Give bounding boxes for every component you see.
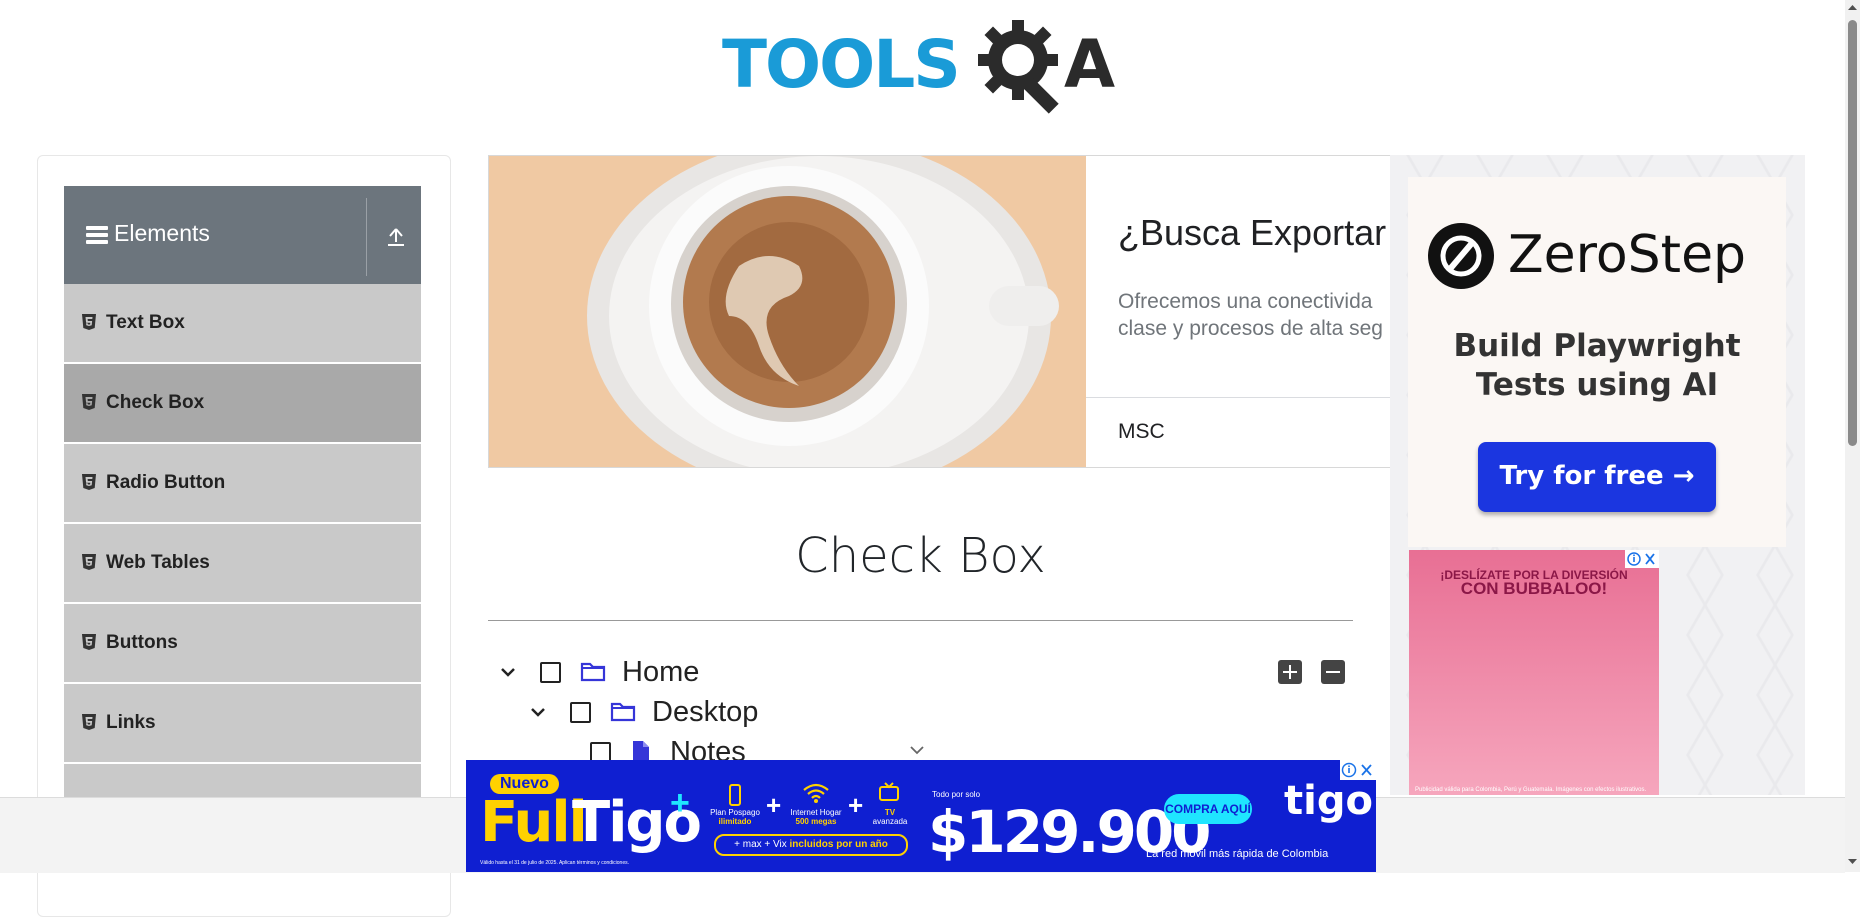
sidebar-item-check-box[interactable]: Check Box [64, 364, 421, 444]
service-mobile: Plan Pospago ilimitado [710, 808, 760, 826]
zerostep-brand: ZeroStep [1508, 225, 1747, 285]
zerostep-ad-card[interactable]: ZeroStep Build Playwright Tests using AI… [1408, 177, 1786, 547]
sidebar-item-label: Web Tables [106, 552, 210, 573]
logo-text-a: A [1064, 26, 1116, 103]
ad-pill: + max + Vix incluidos por un año [714, 834, 908, 856]
sidebar-item-web-tables[interactable]: Web Tables [64, 524, 421, 604]
tagline-line: Build Playwright [1453, 328, 1741, 364]
ad-close-icon[interactable] [1625, 550, 1659, 568]
service-internet: Internet Hogar 500 megas [790, 808, 842, 826]
ad-headline: ¿Busca Exportar [1118, 212, 1387, 253]
compra-aqui-button[interactable]: COMPRA AQUÍ [1164, 794, 1252, 824]
sidebar-item-text-box[interactable]: Text Box [64, 284, 421, 364]
ad-body-line: clase y procesos de alta seg [1118, 317, 1383, 340]
ad-separator [1086, 397, 1391, 398]
sidebar-item-links[interactable]: Links [64, 684, 421, 764]
logo-text-tools: TOOLS [722, 26, 961, 103]
html5-icon [82, 634, 96, 650]
bubbaloo-line: CON BUBBALOO! [1460, 579, 1608, 598]
sidebar-item-label: Text Box [106, 312, 185, 333]
tree-label[interactable]: Home [622, 656, 699, 689]
tigo-logo: tigo [1284, 778, 1373, 824]
phone-icon [729, 784, 741, 806]
html5-icon [82, 314, 96, 330]
sidebar-item-label: Links [106, 712, 156, 733]
chevron-down-icon[interactable] [498, 662, 518, 682]
sidebar-item-buttons[interactable]: Buttons [64, 604, 421, 684]
ad-legal-text: Válido hasta el 31 de julio de 2025. Apl… [480, 860, 629, 866]
ad-slogan: La red móvil más rápida de Colombia [1146, 848, 1329, 860]
bubbaloo-fine-print: Publicidad válida para Colombia, Perú y … [1415, 787, 1647, 793]
toolsqa-logo[interactable]: TOOLS A [720, 18, 1126, 116]
service-tv: TV avanzada [872, 808, 908, 826]
tv-icon [879, 782, 899, 801]
sidebar-item-radio-button[interactable]: Radio Button [64, 444, 421, 524]
ad-headline-plus: + [670, 784, 690, 822]
checkbox-notes[interactable] [590, 742, 611, 760]
checkbox-home[interactable] [540, 662, 561, 683]
zerostep-logo-icon [1428, 223, 1494, 289]
group-title: Elements [114, 220, 210, 246]
gear-magnifier-icon [978, 20, 1059, 114]
checkbox-desktop[interactable] [570, 702, 591, 723]
page-title: Check Box [795, 528, 1046, 584]
coffee-cup-image [489, 156, 1086, 467]
html5-icon [82, 714, 96, 730]
zerostep-tagline: Build Playwright Tests using AI [1408, 327, 1786, 405]
scroll-up-arrow-icon[interactable] [1847, 2, 1858, 13]
ad-body-line: Ofrecemos una conectivida [1118, 290, 1373, 313]
tree-label[interactable]: Desktop [652, 696, 758, 729]
hamburger-icon [86, 226, 108, 244]
file-icon [633, 741, 649, 760]
bubbaloo-ad[interactable]: ¡DESLÍZATE POR LA DIVERSIÓN CON BUBBALOO… [1409, 550, 1659, 795]
sidebar-item-label: Buttons [106, 632, 178, 653]
bubbaloo-text: ¡DESLÍZATE POR LA DIVERSIÓN CON BUBBALOO… [1409, 568, 1659, 598]
tagline-line: Tests using AI [1475, 367, 1719, 403]
bottom-banner-ad[interactable]: Nuevo Full Tigo + Plan Pospago ilimitado … [466, 760, 1376, 872]
ad-body: Ofrecemos una conectivida clase y proces… [1118, 288, 1383, 342]
header-divider [366, 198, 367, 276]
top-banner-ad[interactable]: ¿Busca Exportar Ofrecemos una conectivid… [488, 155, 1392, 468]
html5-icon [82, 474, 96, 490]
ad-headline-a: Full [480, 790, 588, 855]
html5-icon [82, 554, 96, 570]
folder-icon [610, 702, 636, 722]
elements-group-header[interactable]: Elements [64, 186, 421, 284]
wifi-icon [803, 783, 829, 803]
ad-brand: MSC [1118, 420, 1165, 443]
tree-node-desktop[interactable]: Desktop [528, 696, 928, 736]
minus-square-icon[interactable] [1321, 660, 1345, 684]
tree-label[interactable]: Notes [670, 736, 746, 760]
chevron-down-icon[interactable] [528, 702, 548, 722]
tree-node-notes[interactable]: Notes [586, 736, 886, 760]
plus-square-icon[interactable] [1278, 660, 1302, 684]
sidebar-item-label: Check Box [106, 392, 205, 413]
html5-icon [82, 394, 96, 410]
folder-icon [580, 662, 606, 682]
try-for-free-button[interactable]: Try for free → [1478, 442, 1716, 512]
plus-sign: + [848, 790, 864, 820]
plus-sign: + [766, 790, 782, 820]
ad-close-icon[interactable] [1340, 760, 1376, 780]
tree-node-home[interactable]: Home [498, 656, 898, 696]
chevron-down-icon[interactable] [908, 744, 926, 756]
scrollbar-thumb[interactable] [1848, 20, 1857, 446]
scroll-down-arrow-icon[interactable] [1847, 856, 1858, 867]
upload-arrow-icon[interactable] [386, 226, 406, 248]
sidebar-item-label: Radio Button [106, 472, 226, 493]
right-sidebar-ad[interactable]: ZeroStep Build Playwright Tests using AI… [1390, 155, 1805, 795]
title-divider [488, 620, 1353, 621]
